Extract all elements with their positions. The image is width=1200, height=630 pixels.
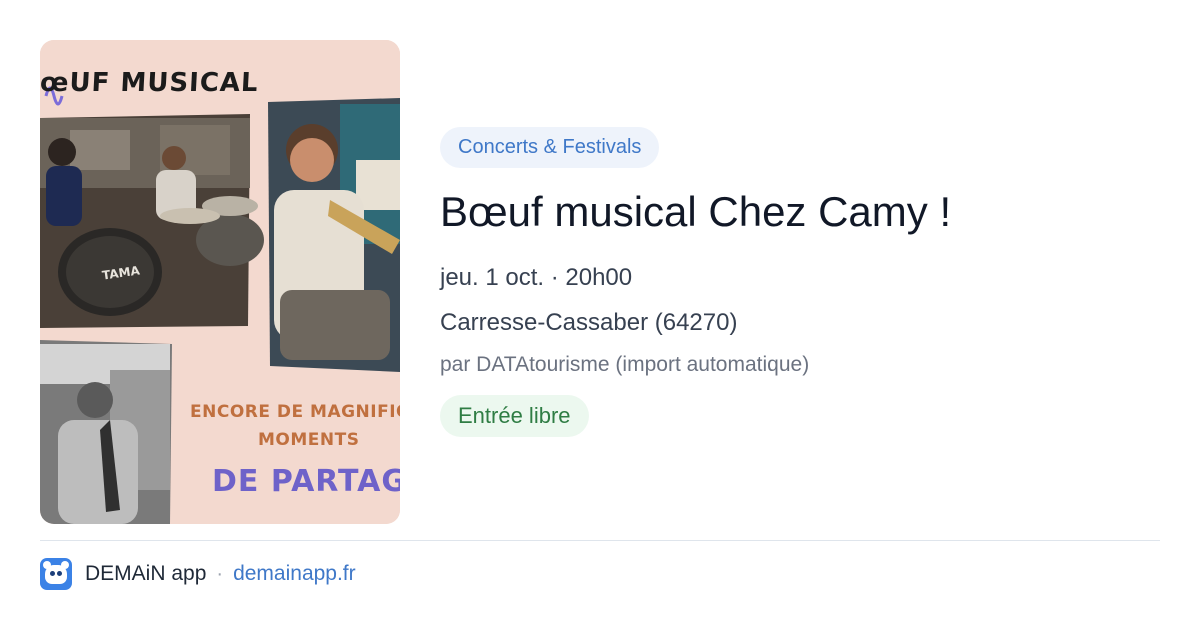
footer-separator: · (216, 562, 224, 585)
event-title[interactable]: Bœuf musical Chez Camy ! (440, 186, 951, 238)
event-datetime: jeu. 1 oct. · 20h00 (440, 264, 633, 291)
logo-right-eye (57, 571, 62, 576)
event-location: Carresse-Cassaber (64270) (440, 309, 738, 336)
footer: DEMAiN app · demainapp.fr (40, 558, 356, 590)
demain-app-logo-icon[interactable] (40, 558, 72, 590)
category-badge[interactable]: Concerts & Festivals (440, 127, 660, 168)
poster-text-line-3: DE PARTAG (212, 464, 400, 499)
app-name[interactable]: DEMAiN app (85, 562, 206, 586)
app-url-link[interactable]: demainapp.fr (233, 562, 356, 586)
poster-artwork (40, 40, 400, 524)
logo-left-eye (50, 571, 55, 576)
poster-title-text: œUF MUSICAL (40, 68, 260, 98)
event-card[interactable]: œUF MUSICAL ENCORE DE MAGNIFIQ MOMENTS D… (0, 0, 1200, 630)
event-source: par DATAtourisme (import automatique) (440, 353, 810, 376)
poster-text-line-1: ENCORE DE MAGNIFIQ (190, 402, 400, 422)
logo-face (45, 565, 67, 584)
poster-text-line-2: MOMENTS (258, 430, 360, 450)
price-badge: Entrée libre (440, 395, 589, 437)
event-poster-image[interactable]: œUF MUSICAL ENCORE DE MAGNIFIQ MOMENTS D… (40, 40, 400, 524)
footer-divider (40, 540, 1160, 541)
